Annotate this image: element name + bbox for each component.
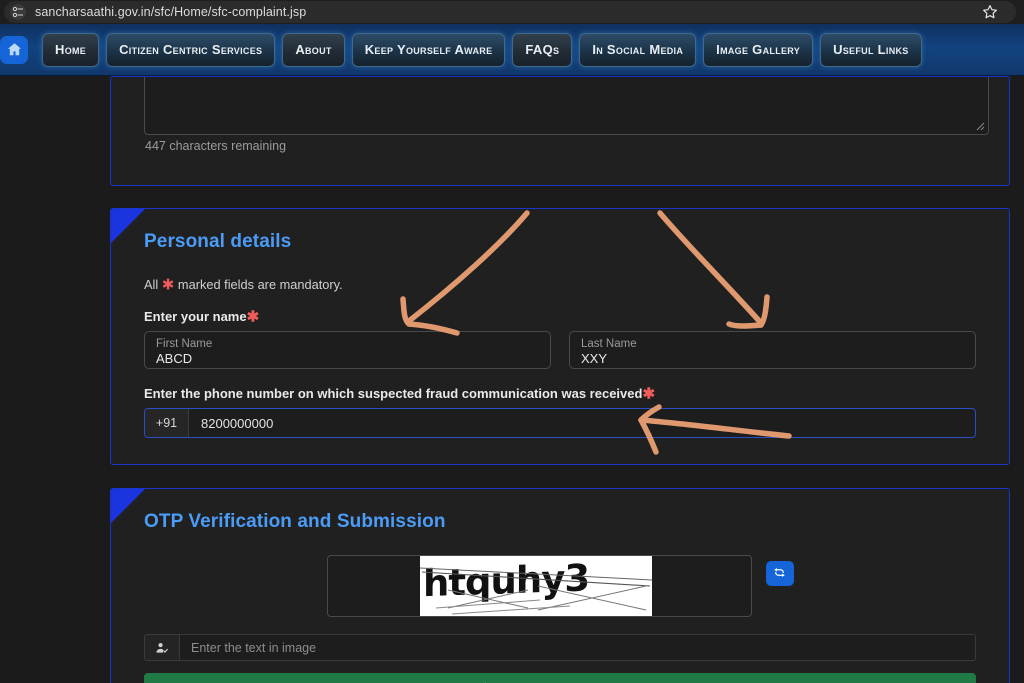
captcha-input[interactable]: Enter the text in image	[180, 635, 975, 660]
mandatory-note-suffix: marked fields are mandatory.	[174, 277, 343, 292]
nav-item-about[interactable]: About	[282, 32, 345, 67]
country-code-prefix: +91	[145, 409, 189, 437]
nav-item-faqs[interactable]: FAQs	[512, 32, 573, 67]
otp-verification-card: OTP Verification and Submission htquhy3	[110, 488, 1010, 683]
last-name-value: XXY	[581, 350, 608, 366]
otp-section-title: OTP Verification and Submission	[144, 511, 446, 532]
required-asterisk-icon: ✱	[161, 276, 175, 294]
nav-item-in-social-media[interactable]: In Social Media	[579, 32, 697, 67]
site-navigation: Home Citizen Centric Services About Keep…	[0, 24, 1024, 76]
url-text: sancharsaathi.gov.in/sfc/Home/sfc-compla…	[35, 5, 307, 19]
last-name-label: Last Name	[581, 337, 637, 350]
nav-item-image-gallery[interactable]: Image Gallery	[703, 32, 814, 67]
mandatory-fields-note: All ✱ marked fields are mandatory.	[144, 276, 976, 294]
captcha-noise-lines	[419, 567, 652, 615]
home-icon[interactable]	[0, 35, 28, 64]
captcha-input-group: Enter the text in image	[144, 634, 976, 661]
characters-remaining-text: 447 characters remaining	[145, 139, 287, 153]
phone-input-group: +91 8200000000	[144, 408, 976, 438]
content-column: 447 characters remaining Personal detail…	[110, 76, 1010, 683]
verify-mobile-via-otp-button[interactable]: Verify Mobile via OTP	[144, 673, 976, 683]
nav-item-useful-links[interactable]: Useful Links	[820, 32, 922, 67]
nav-item-keep-yourself-aware[interactable]: Keep Yourself Aware	[351, 32, 506, 67]
required-asterisk-icon: ✱	[246, 308, 260, 326]
complaint-description-textarea[interactable]	[144, 77, 989, 135]
phone-field-label: Enter the phone number on which suspecte…	[144, 385, 976, 403]
last-name-input[interactable]: Last Name XXY	[569, 331, 976, 369]
page-body: 447 characters remaining Personal detail…	[0, 76, 1024, 683]
first-name-label: First Name	[156, 337, 213, 350]
required-asterisk-icon: ✱	[642, 385, 656, 403]
name-input-row: First Name ABCD Last Name XXY	[144, 331, 976, 369]
browser-chrome: sancharsaathi.gov.in/sfc/Home/sfc-compla…	[0, 0, 1024, 24]
captcha-row: htquhy3	[144, 555, 976, 617]
mandatory-note-prefix: All	[144, 277, 162, 292]
site-favicon-icon	[10, 4, 26, 20]
first-name-value: ABCD	[156, 350, 193, 366]
phone-input[interactable]: 8200000000	[189, 409, 975, 437]
phone-field-label-text: Enter the phone number on which suspecte…	[144, 386, 643, 401]
first-name-input[interactable]: First Name ABCD	[144, 331, 551, 369]
resize-handle-icon[interactable]	[976, 122, 986, 132]
refresh-icon	[773, 566, 786, 582]
complaint-description-card: 447 characters remaining	[110, 76, 1010, 186]
card-corner-decoration	[111, 209, 145, 243]
personal-details-title: Personal details	[144, 231, 292, 252]
name-field-label-text: Enter your name	[144, 309, 247, 324]
captcha-image: htquhy3	[419, 556, 652, 616]
personal-details-card: Personal details All ✱ marked fields are…	[110, 208, 1010, 465]
captcha-frame: htquhy3	[326, 555, 752, 617]
nav-item-home[interactable]: Home	[42, 32, 100, 67]
card-corner-decoration	[111, 489, 145, 523]
star-icon[interactable]	[982, 4, 998, 20]
url-bar[interactable]: sancharsaathi.gov.in/sfc/Home/sfc-compla…	[4, 1, 1016, 23]
nav-item-citizen-centric-services[interactable]: Citizen Centric Services	[106, 32, 276, 67]
refresh-captcha-button[interactable]	[765, 561, 794, 586]
name-field-label: Enter your name✱	[144, 308, 976, 326]
nav-items: Home Citizen Centric Services About Keep…	[42, 32, 922, 67]
user-check-icon	[145, 635, 180, 660]
